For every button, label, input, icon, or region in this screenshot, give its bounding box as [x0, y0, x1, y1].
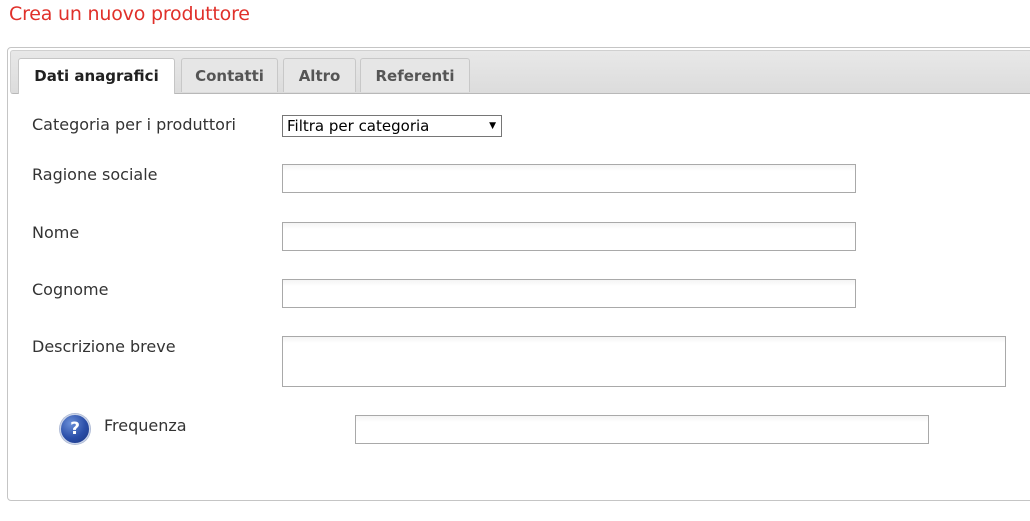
last-name-label: Cognome — [32, 280, 109, 299]
short-description-textarea[interactable] — [282, 336, 1006, 387]
company-name-input[interactable] — [282, 164, 856, 193]
category-label: Categoria per i produttori — [32, 115, 236, 134]
company-name-label: Ragione sociale — [32, 165, 158, 184]
chevron-down-icon: ▼ — [489, 121, 496, 131]
tab-dati-anagrafici[interactable]: Dati anagrafici — [18, 58, 175, 94]
page-title: Crea un nuovo produttore — [9, 3, 250, 25]
last-name-input[interactable] — [282, 279, 856, 308]
tab-altro[interactable]: Altro — [283, 58, 356, 92]
first-name-label: Nome — [32, 223, 80, 242]
tab-bar: Dati anagrafici Contatti Altro Referenti — [10, 50, 1030, 94]
frequency-label: Frequenza — [104, 416, 187, 435]
tab-referenti[interactable]: Referenti — [360, 58, 470, 92]
category-select[interactable]: Filtra per categoria ▼ — [282, 115, 502, 137]
tab-contatti[interactable]: Contatti — [181, 58, 278, 92]
category-select-value: Filtra per categoria — [287, 117, 430, 135]
first-name-input[interactable] — [282, 222, 856, 251]
question-mark-circle-icon[interactable]: ? — [60, 414, 90, 444]
frequency-input[interactable] — [355, 415, 929, 444]
short-description-label: Descrizione breve — [32, 337, 176, 356]
